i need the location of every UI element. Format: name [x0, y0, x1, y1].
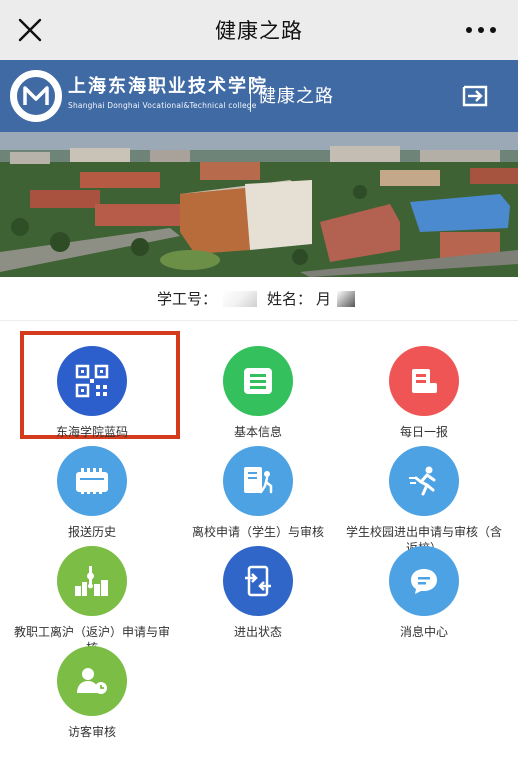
visitor-icon — [57, 646, 127, 716]
menu-item-campus-access[interactable]: 学生校园进出申请与审核（含返校） — [338, 446, 510, 556]
student-name-label: 姓名： — [266, 290, 312, 308]
more-dots-icon[interactable] — [466, 18, 496, 42]
college-header: 上海东海职业技术学院 Shanghai Donghai Vocational&T… — [0, 60, 518, 132]
logout-icon[interactable] — [462, 84, 488, 108]
menu-item-leave-school[interactable]: 离校申请（学生）与审核 — [172, 446, 344, 540]
top-bar: 健康之路 — [0, 0, 518, 60]
menu-item-daily-report[interactable]: 每日一报 — [338, 346, 510, 440]
leave-school-icon — [223, 446, 293, 516]
menu-item-report-history[interactable]: 报送历史 — [6, 446, 178, 540]
student-id-label: 学工号： — [156, 290, 217, 308]
college-logo — [10, 70, 62, 122]
student-info-bar: 学工号： 姓名： 月 — [0, 277, 518, 321]
menu-item-message-center[interactable]: 消息中心 — [338, 546, 510, 640]
campus-banner-image — [0, 132, 518, 277]
menu-item-basic-info[interactable]: 基本信息 — [172, 346, 344, 440]
college-name: 上海东海职业技术学院 Shanghai Donghai Vocational&T… — [68, 72, 268, 110]
menu-item-entry-status[interactable]: 进出状态 — [172, 546, 344, 640]
running-person-icon — [389, 446, 459, 516]
section-title: 健康之路 — [258, 86, 334, 107]
menu-item-label: 离校申请（学生）与审核 — [191, 525, 324, 539]
college-name-cn: 上海东海职业技术学院 — [68, 76, 268, 97]
entry-exit-icon — [223, 546, 293, 616]
daily-report-icon — [389, 346, 459, 416]
menu-item-label: 每日一报 — [399, 425, 448, 439]
menu-item-label: 消息中心 — [399, 625, 448, 639]
menu-item-visitor-review[interactable]: 访客审核 — [6, 646, 178, 740]
menu-item-label: 报送历史 — [67, 525, 116, 539]
city-skyline-icon — [57, 546, 127, 616]
history-icon — [57, 446, 127, 516]
message-icon — [389, 546, 459, 616]
menu-item-label: 基本信息 — [233, 425, 282, 439]
page-title: 健康之路 — [215, 19, 303, 43]
close-icon[interactable] — [16, 16, 44, 44]
menu-item-label: 访客审核 — [67, 725, 116, 739]
menu-item-label: 东海学院蓝码 — [55, 425, 128, 439]
student-name-value: 月 — [316, 290, 332, 308]
menu-item-blue-code[interactable]: 东海学院蓝码 — [6, 346, 178, 440]
header-divider — [250, 80, 251, 112]
student-name-redacted — [337, 290, 356, 307]
info-card-icon — [223, 346, 293, 416]
qr-code-icon — [57, 346, 127, 416]
college-name-en: Shanghai Donghai Vocational&Technical co… — [68, 101, 257, 110]
menu-item-staff-leave[interactable]: 教职工离沪（返沪）申请与审核 — [6, 546, 178, 656]
student-id-redacted — [222, 290, 257, 307]
menu-item-label: 进出状态 — [233, 625, 282, 639]
